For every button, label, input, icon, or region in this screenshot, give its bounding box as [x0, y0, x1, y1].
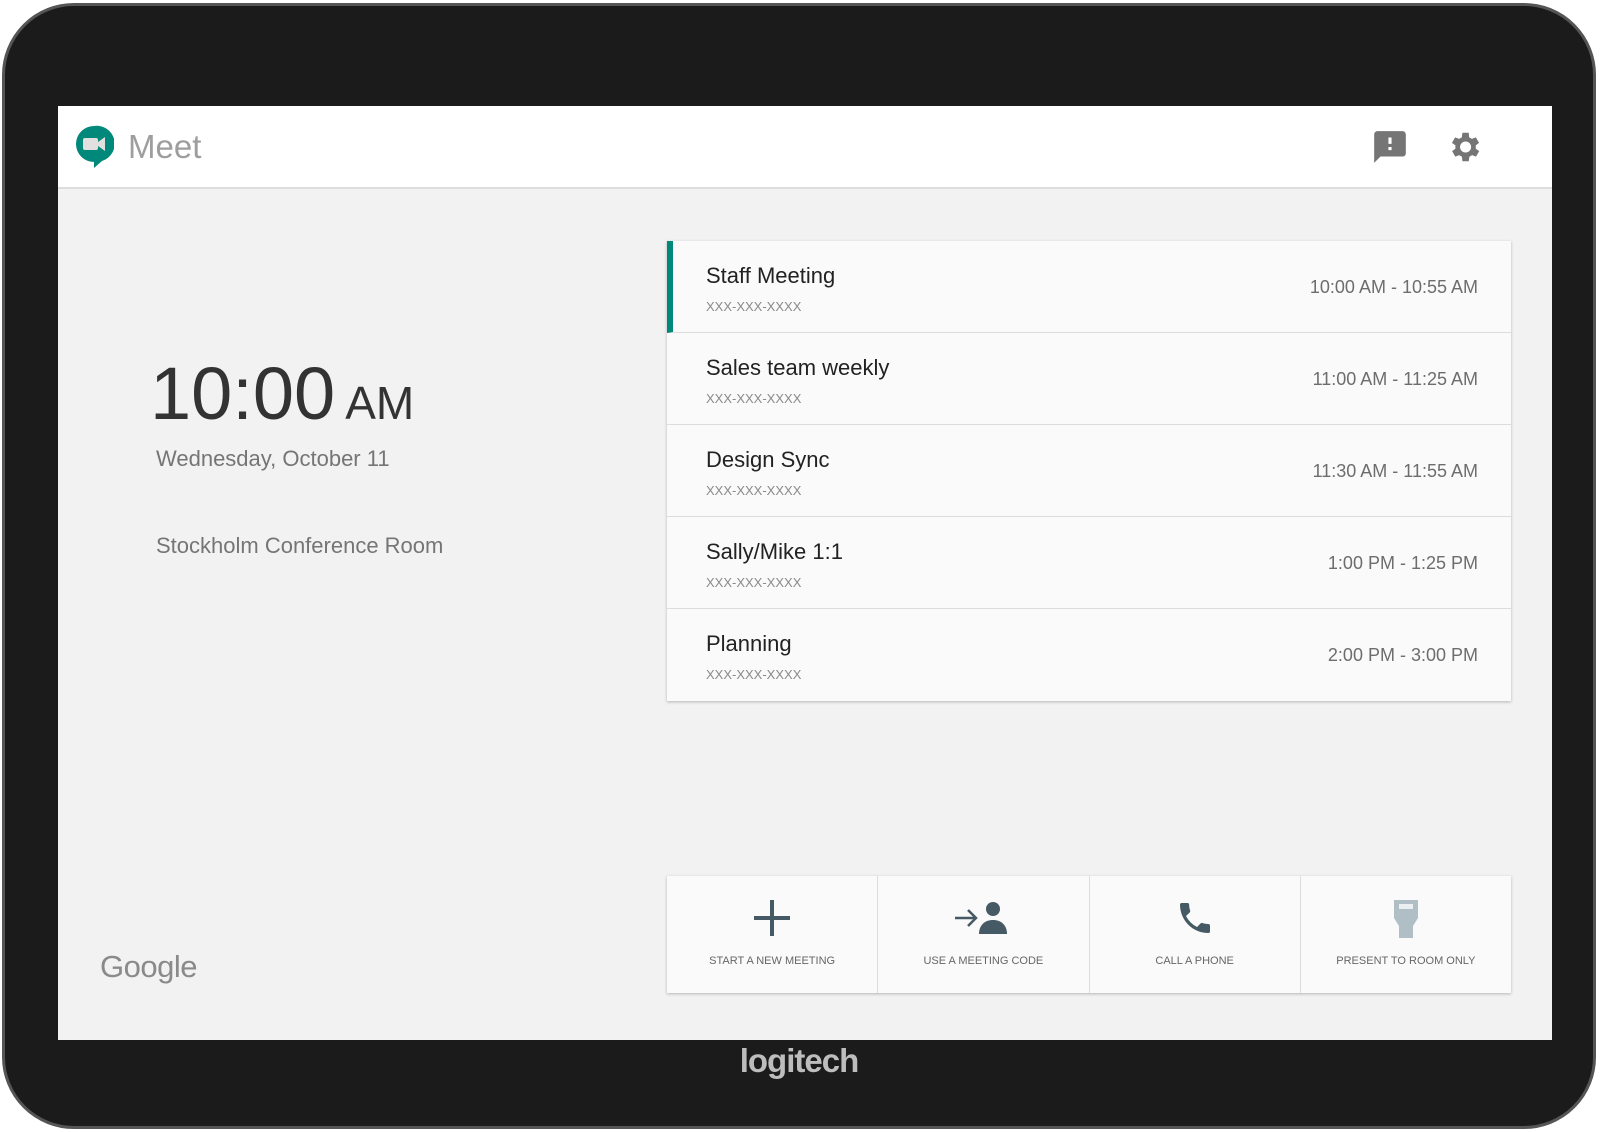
date: Wednesday, October 11: [156, 446, 390, 471]
action-label: USE A MEETING CODE: [923, 955, 1044, 967]
phone-icon: [1179, 903, 1210, 933]
app-header: Meet: [58, 106, 1552, 189]
person-join-icon: [955, 902, 1008, 934]
meeting-code: XXX-XXX-XXXX: [706, 483, 802, 498]
action-bar: START A NEW MEETING USE A MEETING CODE C…: [667, 876, 1511, 993]
meeting-code: XXX-XXX-XXXX: [706, 667, 802, 682]
meeting-time: 1:00 PM - 1:25 PM: [1327, 553, 1478, 573]
use-meeting-code-button[interactable]: USE A MEETING CODE: [878, 876, 1090, 993]
device-bezel: Meet 10:00 AM Wednesday, October 11 Stock…: [2, 3, 1596, 1129]
room-name: Stockholm Conference Room: [156, 533, 444, 558]
meeting-time: 2:00 PM - 3:00 PM: [1327, 645, 1478, 665]
meet-logo-icon: [76, 125, 114, 168]
app-title: Meet: [128, 128, 202, 165]
meeting-name: Staff Meeting: [706, 263, 836, 288]
hdmi-icon: [1393, 900, 1418, 938]
meeting-row[interactable]: Planning XXX-XXX-XXXX 2:00 PM - 3:00 PM: [667, 609, 1511, 701]
meeting-time: 11:00 AM - 11:25 AM: [1312, 369, 1478, 389]
clock: 10:00 AM: [150, 351, 414, 436]
settings-icon[interactable]: [1445, 128, 1483, 166]
present-to-room-only-button[interactable]: PRESENT TO ROOM ONLY: [1301, 876, 1511, 993]
action-label: CALL A PHONE: [1155, 955, 1234, 967]
start-new-meeting-button[interactable]: START A NEW MEETING: [667, 876, 879, 993]
plus-icon: [754, 900, 791, 936]
clock-ampm: AM: [345, 377, 415, 429]
meeting-name: Design Sync: [706, 447, 830, 472]
meeting-name: Sally/Mike 1:1: [706, 539, 843, 564]
meeting-row[interactable]: Design Sync XXX-XXX-XXXX 11:30 AM - 11:5…: [667, 425, 1511, 517]
feedback-icon[interactable]: [1371, 128, 1409, 166]
meeting-time: 11:30 AM - 11:55 AM: [1312, 461, 1478, 481]
call-a-phone-button[interactable]: CALL A PHONE: [1090, 876, 1301, 993]
meeting-row[interactable]: Sally/Mike 1:1 XXX-XXX-XXXX 1:00 PM - 1:…: [667, 517, 1511, 609]
meeting-name: Planning: [706, 631, 792, 656]
logitech-logo: logitech: [739, 1042, 860, 1079]
meeting-row[interactable]: Sales team weekly XXX-XXX-XXXX 11:00 AM …: [667, 333, 1511, 425]
meeting-list: Staff Meeting XXX-XXX-XXXX 10:00 AM - 10…: [667, 241, 1511, 701]
action-label: PRESENT TO ROOM ONLY: [1336, 955, 1476, 967]
action-label: START A NEW MEETING: [709, 955, 836, 967]
screen: Meet 10:00 AM Wednesday, October 11 Stock…: [58, 106, 1552, 1040]
meeting-code: XXX-XXX-XXXX: [706, 299, 802, 314]
meeting-row[interactable]: Staff Meeting XXX-XXX-XXXX 10:00 AM - 10…: [667, 241, 1511, 333]
meeting-code: XXX-XXX-XXXX: [706, 391, 802, 406]
meeting-name: Sales team weekly: [706, 355, 890, 380]
meeting-time: 10:00 AM - 10:55 AM: [1309, 277, 1478, 297]
meeting-code: XXX-XXX-XXXX: [706, 575, 802, 590]
google-logo: Google: [100, 949, 197, 984]
clock-time: 10:00: [150, 352, 336, 435]
